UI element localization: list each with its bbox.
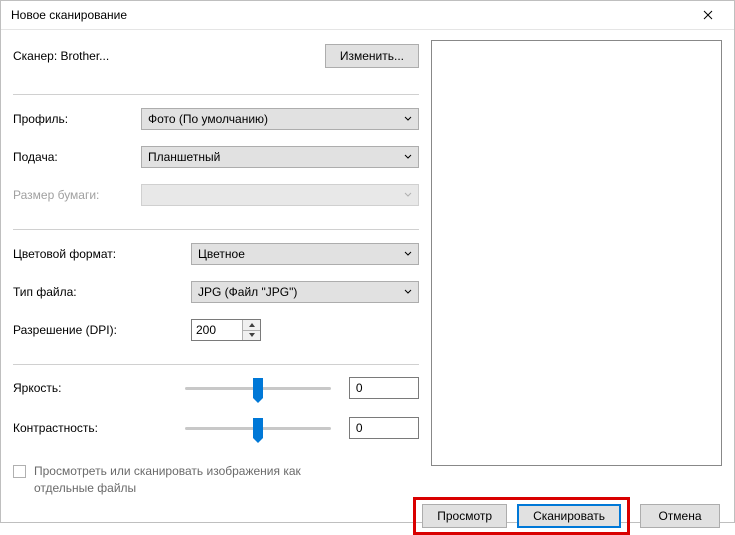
contrast-label: Контрастность: <box>13 421 185 435</box>
divider <box>13 229 419 230</box>
chevron-down-icon <box>404 251 412 257</box>
dialog-body: Сканер: Brother... Изменить... Профиль: … <box>1 30 734 497</box>
slider-thumb[interactable] <box>253 418 263 438</box>
scanner-row: Сканер: Brother... Изменить... <box>13 44 419 68</box>
close-button[interactable] <box>688 1 728 29</box>
papersize-row: Размер бумаги: <box>13 183 419 207</box>
filetype-select[interactable]: JPG (Файл "JPG") <box>191 281 419 303</box>
brightness-row: Яркость: 0 <box>13 377 419 399</box>
chevron-down-icon <box>404 192 412 198</box>
papersize-label: Размер бумаги: <box>13 188 141 202</box>
filetype-row: Тип файла: JPG (Файл "JPG") <box>13 280 419 304</box>
divider <box>13 364 419 365</box>
filetype-label: Тип файла: <box>13 285 191 299</box>
separate-files-row: Просмотреть или сканировать изображения … <box>13 463 419 497</box>
contrast-row: Контрастность: 0 <box>13 417 419 439</box>
profile-select[interactable]: Фото (По умолчанию) <box>141 108 419 130</box>
dpi-up-button[interactable] <box>243 320 260 331</box>
source-label: Подача: <box>13 150 141 164</box>
chevron-down-icon <box>404 154 412 160</box>
separate-files-checkbox[interactable] <box>13 465 26 478</box>
dpi-row: Разрешение (DPI): <box>13 318 419 342</box>
scan-dialog: Новое сканирование Сканер: Brother... Из… <box>0 0 735 523</box>
titlebar: Новое сканирование <box>1 1 734 30</box>
source-row: Подача: Планшетный <box>13 145 419 169</box>
change-scanner-button[interactable]: Изменить... <box>325 44 419 68</box>
brightness-label: Яркость: <box>13 381 185 395</box>
colorformat-label: Цветовой формат: <box>13 247 191 261</box>
preview-button[interactable]: Просмотр <box>422 504 507 528</box>
colorformat-row: Цветовой формат: Цветное <box>13 242 419 266</box>
preview-area[interactable] <box>431 40 722 466</box>
scan-button[interactable]: Сканировать <box>517 504 621 528</box>
separate-files-label: Просмотреть или сканировать изображения … <box>34 463 334 497</box>
contrast-value[interactable]: 0 <box>349 417 419 439</box>
slider-thumb[interactable] <box>253 378 263 398</box>
section-format: Цветовой формат: Цветное Тип файла: JPG … <box>13 242 419 356</box>
chevron-down-icon <box>404 289 412 295</box>
dialog-footer: Просмотр Сканировать Отмена <box>1 497 734 535</box>
dpi-label: Разрешение (DPI): <box>13 323 191 337</box>
profile-label: Профиль: <box>13 112 141 126</box>
chevron-down-icon <box>404 116 412 122</box>
scanner-label: Сканер: Brother... <box>13 49 325 63</box>
contrast-slider[interactable] <box>185 417 330 439</box>
brightness-value[interactable]: 0 <box>349 377 419 399</box>
divider <box>13 94 419 95</box>
dpi-spinner[interactable] <box>191 319 261 341</box>
colorformat-select[interactable]: Цветное <box>191 243 419 265</box>
brightness-slider[interactable] <box>185 377 330 399</box>
profile-row: Профиль: Фото (По умолчанию) <box>13 107 419 131</box>
window-title: Новое сканирование <box>11 8 688 22</box>
papersize-select <box>141 184 419 206</box>
close-icon <box>703 10 713 20</box>
preview-panel <box>431 30 734 497</box>
dpi-down-button[interactable] <box>243 331 260 341</box>
dpi-input[interactable] <box>192 320 242 340</box>
dpi-spinbuttons <box>242 320 260 340</box>
source-select[interactable]: Планшетный <box>141 146 419 168</box>
settings-panel: Сканер: Brother... Изменить... Профиль: … <box>1 30 431 497</box>
highlighted-buttons: Просмотр Сканировать <box>413 497 630 535</box>
cancel-button[interactable]: Отмена <box>640 504 720 528</box>
